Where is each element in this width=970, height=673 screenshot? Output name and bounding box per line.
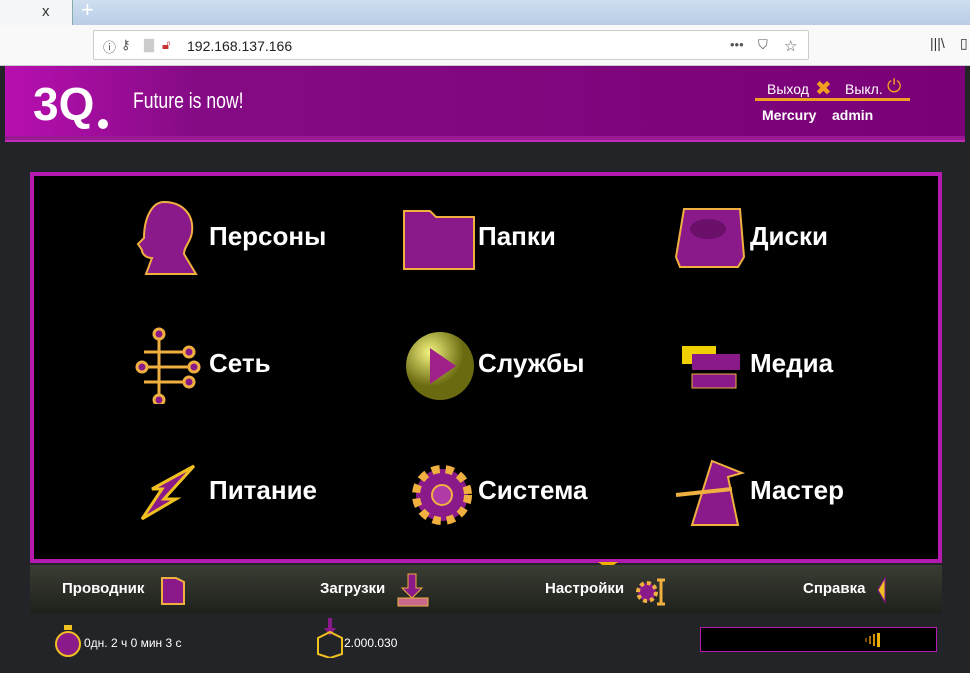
person-head-icon: [136, 200, 198, 275]
url-text[interactable]: 192.168.137.166: [187, 38, 292, 54]
help-arrow-icon: [877, 576, 886, 604]
logout-x-icon[interactable]: ✖: [815, 76, 832, 101]
main-menu: Персоны Папки Диски Сеть Службы Медиа Пи…: [30, 172, 942, 563]
tile-power[interactable]: Питание: [134, 451, 404, 531]
tile-disks[interactable]: Диски: [672, 197, 942, 277]
shutdown-link[interactable]: Выкл.: [845, 81, 883, 97]
tile-wizard[interactable]: Мастер: [672, 451, 942, 531]
sidebar-icon[interactable]: ▯: [960, 35, 968, 52]
power-icon[interactable]: ⏻: [887, 76, 901, 97]
folder-icon: [403, 210, 475, 270]
browser-toolbar: ⓘ ⚷ ▇ 🔓︎ 192.168.137.166 ••• ⛉ ☆ |||\ ▯: [0, 25, 970, 66]
svg-text:3Q: 3Q: [33, 78, 94, 130]
header-stripe: [5, 136, 965, 142]
new-tab-button[interactable]: +: [81, 0, 94, 23]
page-icon: ▇: [144, 37, 154, 52]
settings-tools-icon: [636, 578, 665, 606]
gear-icon: [412, 465, 472, 525]
tile-media[interactable]: Медиа: [672, 324, 942, 404]
insecure-lock-icon: 🔓︎: [162, 37, 171, 52]
activity-bars: [865, 633, 880, 647]
tile-services[interactable]: Службы: [402, 324, 672, 404]
tile-network[interactable]: Сеть: [134, 324, 404, 404]
tile-folders[interactable]: Папки: [402, 197, 672, 277]
tile-persons[interactable]: Персоны: [134, 197, 404, 277]
media-icon: [682, 346, 740, 389]
logout-link[interactable]: Выход: [767, 81, 809, 97]
download-icon: [397, 573, 429, 607]
tab-strip: +: [72, 0, 970, 25]
uptime: 0дн. 2 ч 0 мин 3 с: [84, 636, 182, 650]
disk-icon: [674, 208, 746, 268]
app-header: 3Q Future is now! Выход ✖ Выкл. ⏻ Mercur…: [5, 66, 965, 142]
network-icon: [135, 327, 201, 404]
activity-meter: [700, 627, 937, 652]
folder-icon: [161, 577, 185, 605]
downloads-box-icon: [317, 618, 343, 658]
stopwatch-icon: [55, 625, 81, 657]
tile-system[interactable]: Система: [402, 451, 672, 531]
bookmark-star-icon[interactable]: ☆: [784, 37, 797, 55]
info-icon[interactable]: ⓘ: [103, 37, 116, 56]
3q-logo: 3Q: [33, 78, 108, 130]
downloads-count: 2.000.030: [344, 636, 398, 650]
header-links: Выход ✖ Выкл. ⏻: [755, 76, 910, 101]
hostname: Mercury: [762, 107, 817, 123]
more-actions-icon[interactable]: •••: [730, 37, 744, 52]
bottom-navbar: Проводник Загрузки Настройки Справка: [30, 565, 942, 614]
wizard-hat-icon: [675, 459, 746, 526]
key-icon: ⚷: [121, 37, 131, 52]
lightning-icon: [140, 464, 196, 521]
username: admin: [832, 107, 874, 123]
url-bar[interactable]: ⓘ ⚷ ▇ 🔓︎ 192.168.137.166 ••• ⛉ ☆: [93, 30, 809, 60]
tab-bar: x +: [0, 0, 970, 25]
library-icon[interactable]: |||\: [930, 35, 945, 51]
pocket-icon[interactable]: ⛉: [758, 37, 768, 53]
play-icon: [406, 332, 474, 400]
slogan: Future is now!: [133, 88, 244, 113]
close-tab-icon[interactable]: x: [42, 3, 50, 20]
